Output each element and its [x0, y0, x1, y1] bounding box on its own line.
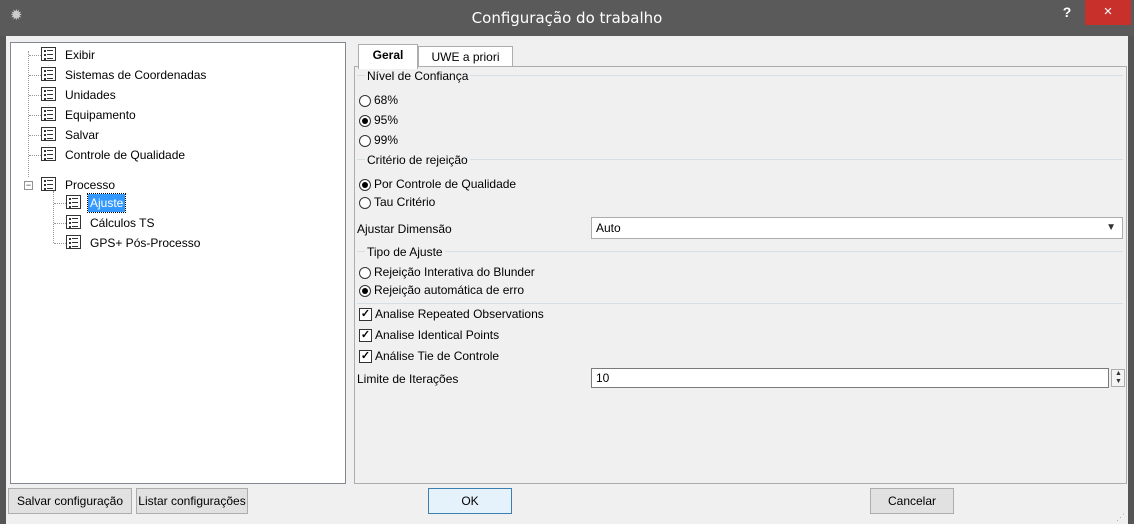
radio-button [359, 267, 371, 279]
title-bar[interactable]: ✹ Configuração do trabalho ? × [0, 0, 1134, 36]
chevron-down-icon: ▼ [1106, 222, 1116, 233]
tree-connector [29, 115, 41, 116]
tree-item-label: Unidades [65, 88, 116, 102]
dialog-window: ✹ Configuração do trabalho ? × Exibir Si… [0, 0, 1134, 524]
adjust-type-group-title: Tipo de Ajuste [365, 245, 445, 259]
list-icon [66, 235, 81, 249]
list-icon [41, 147, 56, 161]
list-icon [66, 215, 81, 229]
spin-down-icon[interactable]: ▼ [1114, 378, 1123, 386]
radio-label: Por Controle de Qualidade [374, 177, 517, 191]
list-icon [41, 47, 56, 61]
confidence-group-title: Nível de Confiança [365, 69, 471, 83]
radio-button [359, 197, 371, 209]
radio-label: 99% [374, 133, 399, 147]
dimension-select[interactable]: Auto ▼ [591, 217, 1123, 239]
tree-item-label: Controle de Qualidade [65, 148, 186, 162]
radio-button [359, 285, 371, 297]
radio-button [359, 115, 371, 127]
checkmark-icon: ✓ [359, 329, 372, 342]
group-separator [357, 251, 1123, 252]
checkbox-label: Analise Identical Points [375, 328, 500, 342]
tree-item-label: Exibir [65, 48, 96, 62]
tree-item-label: Ajuste [86, 193, 127, 213]
rejection-group-title: Critério de rejeição [365, 153, 470, 167]
radio-button [359, 135, 371, 147]
tree-item-label: Cálculos TS [90, 216, 155, 230]
tree-connector [53, 191, 54, 243]
help-button[interactable]: ? [1054, 2, 1080, 24]
tree-connector [54, 223, 66, 224]
tab-uwe-a-priori[interactable]: UWE a priori [418, 46, 513, 68]
window-title: Configuração do trabalho [471, 9, 663, 27]
cancel-button[interactable]: Cancelar [870, 488, 954, 514]
checkbox-label: Analise Repeated Observations [375, 307, 544, 321]
dimension-label: Ajustar Dimensão [357, 222, 452, 236]
list-icon [41, 87, 56, 101]
tree-connector [29, 75, 41, 76]
close-icon: × [1103, 3, 1113, 20]
radio-label: Tau Critério [374, 195, 436, 209]
resize-grip-icon[interactable]: ⋰ [1116, 512, 1126, 522]
close-button[interactable]: × [1085, 0, 1131, 25]
list-icon [41, 107, 56, 121]
radio-label: Rejeição automática de erro [374, 283, 525, 297]
save-config-button[interactable]: Salvar configuração [8, 488, 132, 514]
tree-item-label: Salvar [65, 128, 100, 142]
tree-connector [29, 155, 41, 156]
iterations-spinner[interactable]: ▲ ▼ [1111, 369, 1125, 387]
tree-item-label: GPS+ Pós-Processo [90, 236, 201, 250]
radio-label: Rejeição Interativa do Blunder [374, 265, 535, 279]
list-icon [41, 67, 56, 81]
tree-connector [29, 135, 41, 136]
tree-connector [28, 51, 29, 177]
tree-connector [54, 203, 66, 204]
tab-geral[interactable]: Geral [358, 44, 418, 69]
tree-connector [29, 55, 41, 56]
iterations-input[interactable]: 10 [591, 368, 1109, 388]
iterations-label: Limite de Iterações [357, 372, 459, 386]
group-separator [357, 75, 1123, 76]
tab-panel-geral: Nível de Confiança 68% 95% 99% Critério … [354, 66, 1127, 484]
spin-up-icon[interactable]: ▲ [1114, 370, 1123, 378]
tree-item-label: Equipamento [65, 108, 136, 122]
tree-connector [54, 243, 66, 244]
tree-connector [29, 95, 41, 96]
list-icon [41, 127, 56, 141]
dimension-value: Auto [596, 221, 621, 235]
group-separator [357, 303, 1123, 304]
settings-tree[interactable]: Exibir Sistemas de Coordenadas Unidades … [10, 42, 346, 484]
list-configs-button[interactable]: Listar configurações [136, 488, 248, 514]
checkmark-icon: ✓ [359, 308, 372, 321]
checkbox-label: Análise Tie de Controle [375, 349, 500, 363]
radio-button [359, 95, 371, 107]
list-icon [41, 177, 56, 191]
radio-button [359, 179, 371, 191]
radio-label: 95% [374, 113, 399, 127]
ok-button[interactable]: OK [428, 488, 512, 514]
radio-label: 68% [374, 93, 399, 107]
checkmark-icon: ✓ [359, 350, 372, 363]
dialog-client: Exibir Sistemas de Coordenadas Unidades … [6, 36, 1128, 524]
list-icon [66, 195, 81, 209]
group-separator [357, 159, 1123, 160]
collapse-toggle[interactable]: − [24, 181, 33, 190]
tree-item-label: Sistemas de Coordenadas [65, 68, 207, 82]
tree-item-label: Processo [65, 178, 116, 192]
